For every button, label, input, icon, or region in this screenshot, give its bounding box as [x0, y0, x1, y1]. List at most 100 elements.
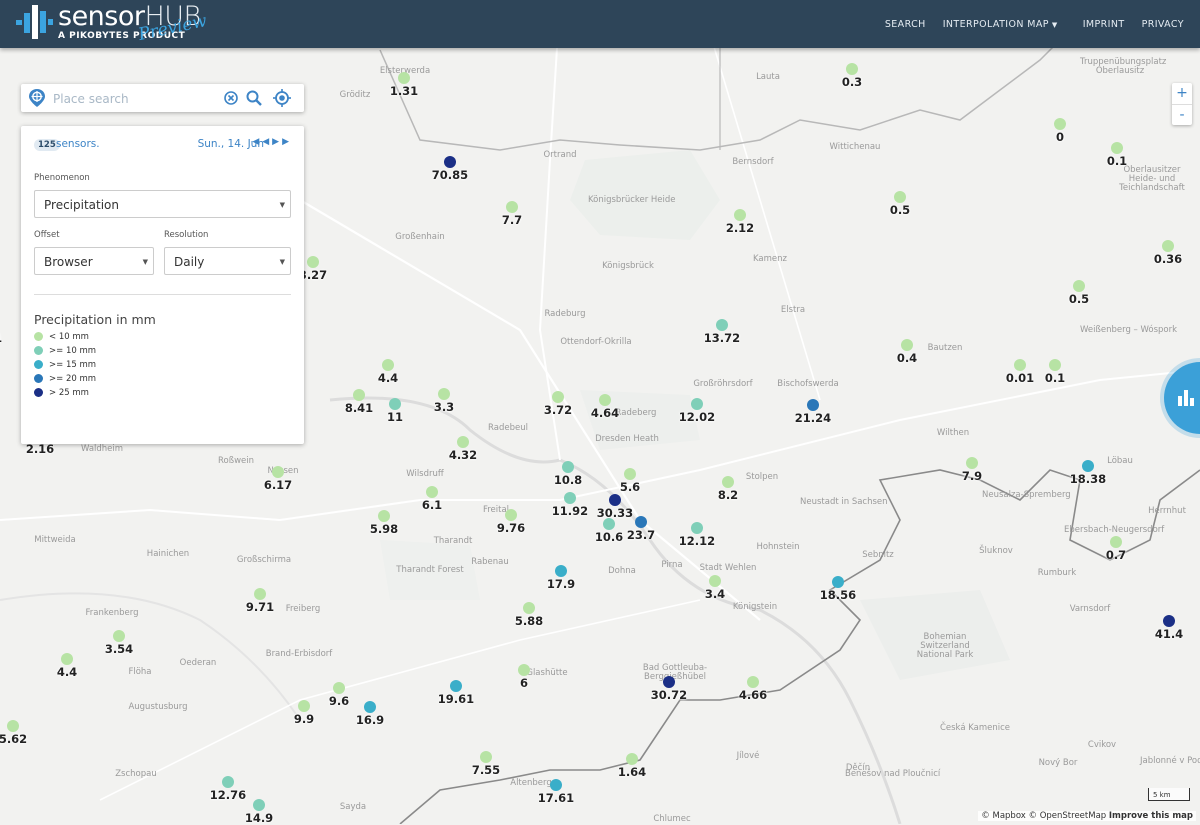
sensor-dot[interactable] [691, 398, 703, 410]
sensor-value: 7.55 [471, 763, 501, 777]
sensor-dot[interactable] [807, 399, 819, 411]
place-label: Ortrand [543, 150, 577, 160]
sensor-dot[interactable] [1073, 280, 1085, 292]
nav-interpolation-map[interactable]: INTERPOLATION MAP ▼ [943, 19, 1058, 30]
settings-panel: 125 sensors. Sun., 14. Jun ◀◀▶▶ Phenomen… [21, 126, 304, 444]
place-label: Herrnhut [1148, 506, 1186, 516]
sensor-dot[interactable] [505, 509, 517, 521]
sensor-value: 0.4 [896, 351, 918, 365]
sensor-dot[interactable] [846, 63, 858, 75]
sensor-dot[interactable] [444, 156, 456, 168]
sensor-value: 4.66 [738, 688, 768, 702]
sensor-dot[interactable] [1162, 240, 1174, 252]
sensor-dot[interactable] [253, 799, 265, 811]
sensor-dot[interactable] [457, 436, 469, 448]
sensor-dot[interactable] [564, 492, 576, 504]
sensor-dot[interactable] [624, 468, 636, 480]
sensor-dot[interactable] [113, 630, 125, 642]
resolution-value: Daily [174, 255, 205, 269]
sensor-dot[interactable] [722, 476, 734, 488]
sensor-dot[interactable] [716, 319, 728, 331]
sensor-dot[interactable] [1111, 142, 1123, 154]
sensor-dot[interactable] [378, 510, 390, 522]
sensor-dot[interactable] [562, 461, 574, 473]
sensor-dot[interactable] [966, 457, 978, 469]
sensor-dot[interactable] [480, 751, 492, 763]
sensor-dot[interactable] [709, 575, 721, 587]
sensor-dot[interactable] [438, 388, 450, 400]
phenomenon-value: Precipitation [44, 198, 120, 212]
zoom-out-button[interactable]: - [1172, 104, 1192, 126]
sensor-dot[interactable] [353, 389, 365, 401]
place-label: Stolpen [745, 472, 779, 482]
nav-privacy[interactable]: PRIVACY [1142, 19, 1184, 30]
sensors-label[interactable]: sensors. [56, 138, 100, 150]
sensor-dot[interactable] [1054, 118, 1066, 130]
sensor-dot[interactable] [61, 653, 73, 665]
sensor-dot[interactable] [450, 680, 462, 692]
nav-imprint[interactable]: IMPRINT [1083, 19, 1125, 30]
sensor-dot[interactable] [298, 700, 310, 712]
sensor-dot[interactable] [663, 676, 675, 688]
sensor-dot[interactable] [307, 256, 319, 268]
locate-me-icon[interactable] [273, 89, 291, 107]
sensor-dot[interactable] [272, 466, 284, 478]
sensor-dot[interactable] [222, 776, 234, 788]
sensor-dot[interactable] [382, 359, 394, 371]
sensor-dot[interactable] [550, 779, 562, 791]
sensor-dot[interactable] [1014, 359, 1026, 371]
caret-down-icon: ▼ [279, 258, 285, 266]
sensor-dot[interactable] [609, 494, 621, 506]
sensor-dot[interactable] [1049, 359, 1061, 371]
zoom-in-button[interactable]: + [1172, 83, 1192, 104]
sensor-value: 9.71 [245, 600, 275, 614]
sensor-dot[interactable] [552, 391, 564, 403]
sensorhub-logo[interactable]: sensorHUB A PIKOBYTES PRODUCT Preview [16, 1, 209, 45]
phenomenon-select[interactable]: Precipitation ▼ [34, 190, 291, 218]
sensor-dot[interactable] [523, 602, 535, 614]
sensor-dot[interactable] [1082, 460, 1094, 472]
sensor-dot[interactable] [635, 516, 647, 528]
resolution-select[interactable]: Daily ▼ [164, 247, 291, 275]
nav-search[interactable]: SEARCH [885, 19, 926, 30]
sensor-dot[interactable] [506, 201, 518, 213]
sensor-dot[interactable] [832, 576, 844, 588]
sensor-dot[interactable] [1163, 615, 1175, 627]
legend-dot [34, 346, 43, 355]
sensor-dot[interactable] [389, 398, 401, 410]
sensor-dot[interactable] [518, 664, 530, 676]
sensor-dot[interactable] [626, 753, 638, 765]
place-label: Königsbrücker Heide [588, 195, 676, 205]
sensor-dot[interactable] [7, 720, 19, 732]
sensor-value: 4.4 [377, 371, 399, 385]
sensor-value: 6.1 [421, 498, 443, 512]
sensor-dot[interactable] [426, 486, 438, 498]
place-label: Großschirma [236, 555, 292, 565]
sensor-dot[interactable] [1110, 536, 1122, 548]
place-label: Großenhain [395, 232, 445, 242]
place-label: Šluknov [979, 546, 1013, 556]
sensor-dot[interactable] [555, 565, 567, 577]
osm-credit[interactable]: © OpenStreetMap [1029, 811, 1107, 821]
sensor-dot[interactable] [333, 682, 345, 694]
previous-day-icon[interactable]: ◀◀ [252, 137, 272, 147]
sensor-dot[interactable] [599, 394, 611, 406]
sensor-dot[interactable] [747, 676, 759, 688]
sensor-dot[interactable] [894, 191, 906, 203]
sensor-dot[interactable] [901, 339, 913, 351]
improve-map-link[interactable]: Improve this map [1109, 811, 1193, 821]
next-day-icon[interactable]: ▶▶ [272, 137, 292, 147]
sensor-dot[interactable] [254, 588, 266, 600]
mapbox-credit[interactable]: © Mapbox [981, 811, 1026, 821]
place-search-input[interactable] [51, 89, 240, 109]
clear-icon[interactable] [222, 89, 240, 107]
divider [34, 294, 291, 295]
legend-item: > 25 mm [34, 388, 89, 398]
search-icon[interactable] [245, 89, 263, 107]
sensor-dot[interactable] [734, 209, 746, 221]
place-label: Neusalza-Spremberg [982, 490, 1071, 500]
offset-select[interactable]: Browser ▼ [34, 247, 154, 275]
sensor-dot[interactable] [364, 701, 376, 713]
sensor-dot[interactable] [691, 522, 703, 534]
sensor-dot[interactable] [398, 72, 410, 84]
